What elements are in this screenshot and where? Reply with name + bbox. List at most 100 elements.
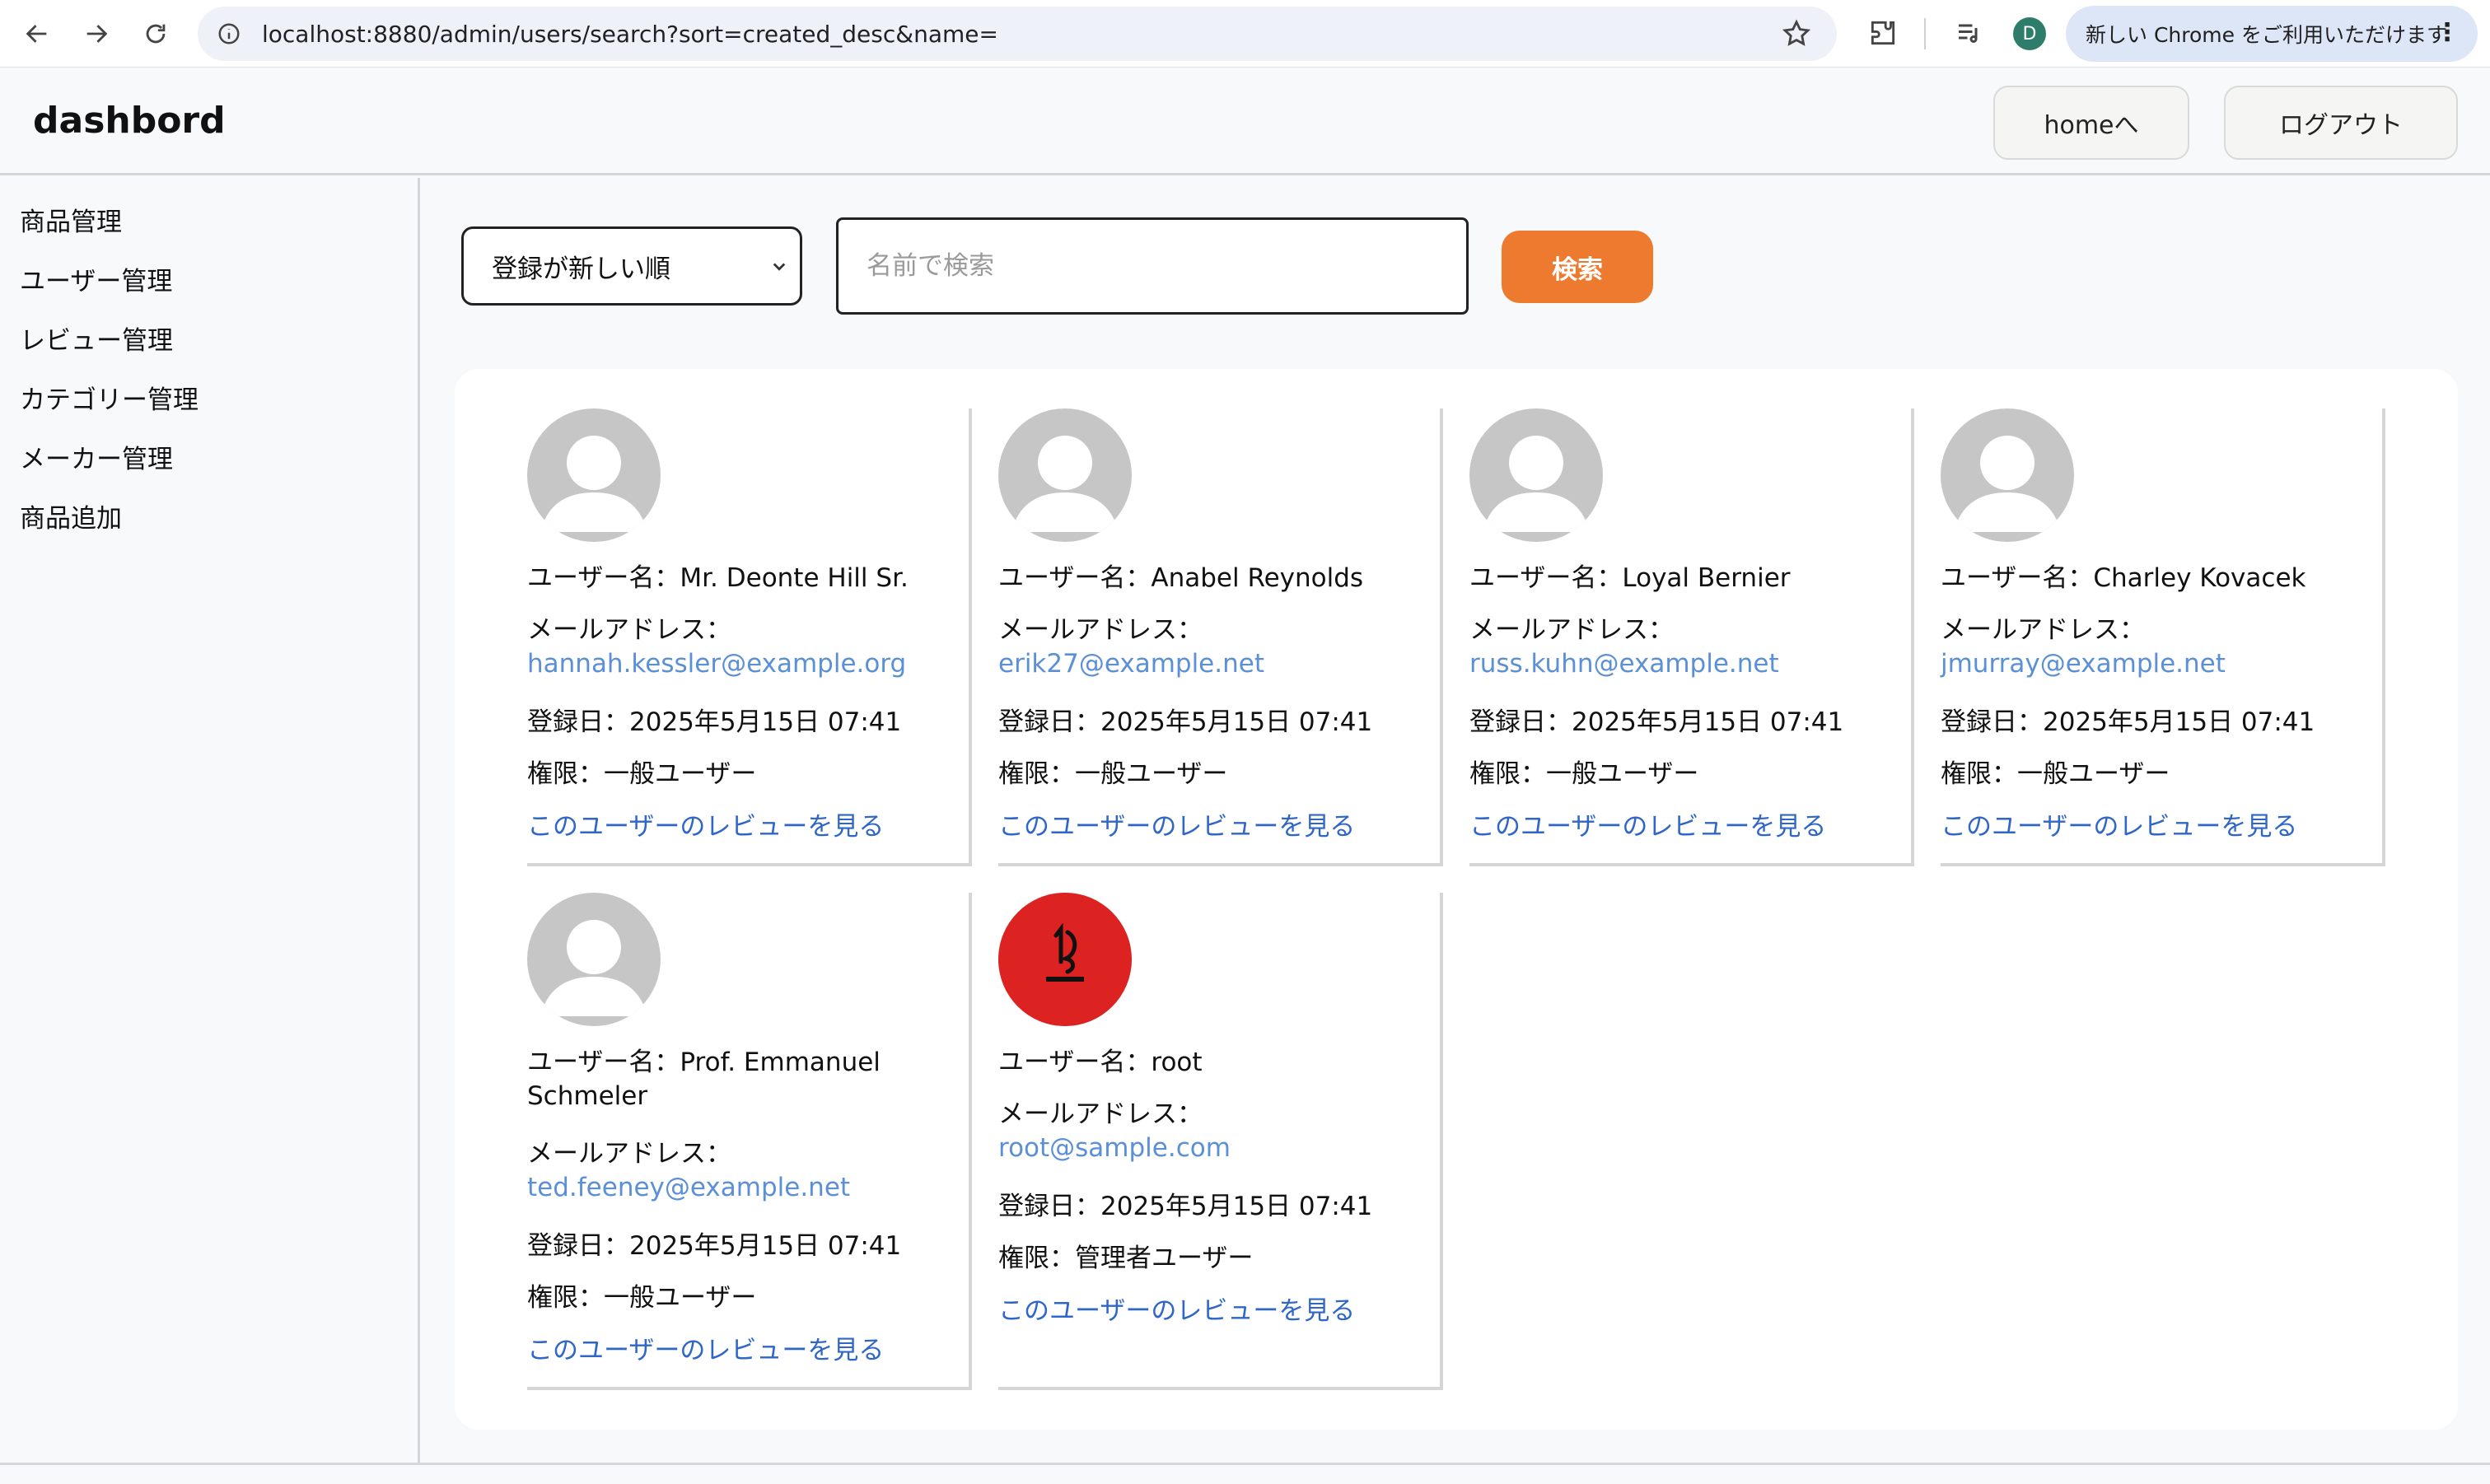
role-line: 権限：一般ユーザー — [527, 1283, 757, 1313]
role-line: 権限：一般ユーザー — [998, 759, 1228, 789]
avatar — [527, 408, 661, 542]
registered-value: 2025年5月15日 07:41 — [629, 1231, 902, 1261]
address-bar[interactable]: localhost:8880/admin/users/search?sort=c… — [198, 7, 1837, 61]
brand-title[interactable]: dashbord — [33, 100, 226, 142]
sidebar-item-reviews[interactable]: レビュー管理 — [20, 320, 173, 357]
username-line: ユーザー名：Prof. Emmanuel — [527, 1048, 881, 1077]
view-reviews-link[interactable]: このユーザーのレビューを見る — [527, 805, 884, 842]
role-line: 権限：管理者ユーザー — [998, 1244, 1254, 1273]
email-label: メールアドレス： — [527, 615, 731, 645]
view-reviews-link[interactable]: このユーザーのレビューを見る — [1469, 805, 1826, 842]
back-button[interactable] — [8, 5, 66, 63]
avatar — [1469, 408, 1603, 542]
registered-line: 登録日：2025年5月15日 07:41 — [998, 707, 1373, 737]
sidebar: 商品管理 ユーザー管理 レビュー管理 カテゴリー管理 メーカー管理 商品追加 — [0, 178, 420, 1463]
bookmark-star-icon[interactable] — [1781, 18, 1812, 49]
email-label: メールアドレス： — [1941, 615, 2145, 645]
sidebar-item-add-product[interactable]: 商品追加 — [20, 497, 122, 534]
reload-button[interactable] — [127, 5, 185, 63]
users-panel: ユーザー名：Mr. Deonte Hill Sr. メールアドレス： hanna… — [455, 369, 2458, 1430]
email-label: メールアドレス： — [1469, 615, 1674, 645]
username-value: Prof. Emmanuel — [680, 1048, 881, 1077]
footer-divider — [0, 1463, 2490, 1465]
username-value: Charley Kovacek — [2093, 563, 2306, 593]
user-card: ユーザー名：Mr. Deonte Hill Sr. メールアドレス： hanna… — [527, 408, 972, 866]
email-link[interactable]: erik27@example.net — [998, 649, 1264, 679]
role-value: 一般ユーザー — [604, 1283, 757, 1313]
avatar — [998, 408, 1132, 542]
role-value: 一般ユーザー — [1546, 759, 1699, 789]
user-card: ユーザー名：root メールアドレス： root@sample.com 登録日：… — [998, 893, 1443, 1390]
registered-line: 登録日：2025年5月15日 07:41 — [527, 707, 902, 737]
username-line: ユーザー名：Mr. Deonte Hill Sr. — [527, 563, 909, 593]
email-link[interactable]: jmurray@example.net — [1941, 649, 2226, 679]
arrow-left-icon — [26, 25, 47, 43]
extensions-icon[interactable] — [1863, 13, 1903, 53]
avatar — [1941, 408, 2074, 542]
forward-button[interactable] — [68, 5, 125, 63]
home-button[interactable]: homeへ — [1993, 86, 2189, 160]
url-text: localhost:8880/admin/users/search?sort=c… — [262, 20, 998, 48]
sort-selected-label: 登録が新しい順 — [492, 254, 670, 284]
email-link[interactable]: root@sample.com — [998, 1133, 1231, 1163]
view-reviews-link[interactable]: このユーザーのレビューを見る — [998, 805, 1355, 842]
arrow-right-icon — [86, 25, 108, 43]
more-menu-icon[interactable]: ⋮ — [2435, 19, 2460, 47]
user-card: ユーザー名：Loyal Bernier メールアドレス： russ.kuhn@e… — [1469, 408, 1914, 866]
search-button[interactable]: 検索 — [1502, 231, 1653, 303]
username-value: Mr. Deonte Hill Sr. — [680, 563, 909, 593]
media-control-icon[interactable] — [1949, 13, 1988, 53]
view-reviews-link[interactable]: このユーザーのレビューを見る — [1941, 805, 2297, 842]
username-line: ユーザー名：Charley Kovacek — [1941, 563, 2306, 593]
default-user-icon — [540, 436, 647, 532]
default-user-icon — [540, 920, 647, 1016]
site-info-icon[interactable] — [214, 19, 244, 49]
view-reviews-link[interactable]: このユーザーのレビューを見る — [527, 1329, 884, 1366]
email-link[interactable]: russ.kuhn@example.net — [1469, 649, 1779, 679]
username-value: Loyal Bernier — [1622, 563, 1791, 593]
registered-value: 2025年5月15日 07:41 — [1100, 707, 1373, 737]
email-link[interactable]: ted.feeney@example.net — [527, 1173, 850, 1202]
username-line: ユーザー名：Loyal Bernier — [1469, 563, 1791, 593]
sidebar-item-users[interactable]: ユーザー管理 — [20, 260, 172, 297]
user-card: ユーザー名：Anabel Reynolds メールアドレス： erik27@ex… — [998, 408, 1443, 866]
custom-logo-icon — [998, 893, 1132, 1026]
role-value: 一般ユーザー — [2017, 759, 2170, 789]
toolbar-divider — [1924, 18, 1926, 49]
username-line-2: Schmeler — [527, 1081, 648, 1111]
logout-button[interactable]: ログアウト — [2224, 86, 2458, 160]
view-reviews-link[interactable]: このユーザーのレビューを見る — [998, 1290, 1355, 1327]
name-search-input[interactable] — [836, 217, 1469, 315]
role-value: 一般ユーザー — [604, 759, 757, 789]
sort-select[interactable]: 登録が新しい順 — [461, 226, 802, 306]
update-text: 新しい Chrome をご利用いただけます — [2086, 23, 2447, 47]
browser-toolbar: localhost:8880/admin/users/search?sort=c… — [0, 0, 2490, 68]
registered-value: 2025年5月15日 07:41 — [2043, 707, 2315, 737]
user-card: ユーザー名：Charley Kovacek メールアドレス： jmurray@e… — [1941, 408, 2385, 866]
avatar — [998, 893, 1132, 1026]
username-value: Anabel Reynolds — [1151, 563, 1364, 593]
registered-value: 2025年5月15日 07:41 — [1572, 707, 1844, 737]
registered-line: 登録日：2025年5月15日 07:41 — [527, 1231, 902, 1261]
role-line: 権限：一般ユーザー — [1941, 759, 2170, 789]
role-line: 権限：一般ユーザー — [1469, 759, 1699, 789]
registered-value: 2025年5月15日 07:41 — [629, 707, 902, 737]
role-line: 権限：一般ユーザー — [527, 759, 757, 789]
sidebar-item-products[interactable]: 商品管理 — [20, 201, 122, 238]
username-line: ユーザー名：root — [998, 1048, 1203, 1077]
chevron-down-icon — [773, 263, 786, 271]
email-link[interactable]: hannah.kessler@example.org — [527, 649, 906, 679]
email-label: メールアドレス： — [998, 1099, 1203, 1129]
sidebar-item-categories[interactable]: カテゴリー管理 — [20, 379, 199, 416]
default-user-icon — [1011, 436, 1119, 532]
chrome-update-button[interactable]: 新しい Chrome をご利用いただけます ⋮ — [2066, 6, 2478, 62]
username-line: ユーザー名：Anabel Reynolds — [998, 563, 1364, 593]
registered-line: 登録日：2025年5月15日 07:41 — [1469, 707, 1844, 737]
reload-icon — [146, 24, 166, 44]
profile-avatar[interactable]: D — [2013, 17, 2046, 50]
sidebar-item-makers[interactable]: メーカー管理 — [20, 438, 173, 475]
user-card: ユーザー名：Prof. Emmanuel Schmeler メールアドレス： t… — [527, 893, 972, 1390]
role-value: 一般ユーザー — [1075, 759, 1228, 789]
registered-line: 登録日：2025年5月15日 07:41 — [998, 1192, 1373, 1221]
default-user-icon — [1954, 436, 2061, 532]
